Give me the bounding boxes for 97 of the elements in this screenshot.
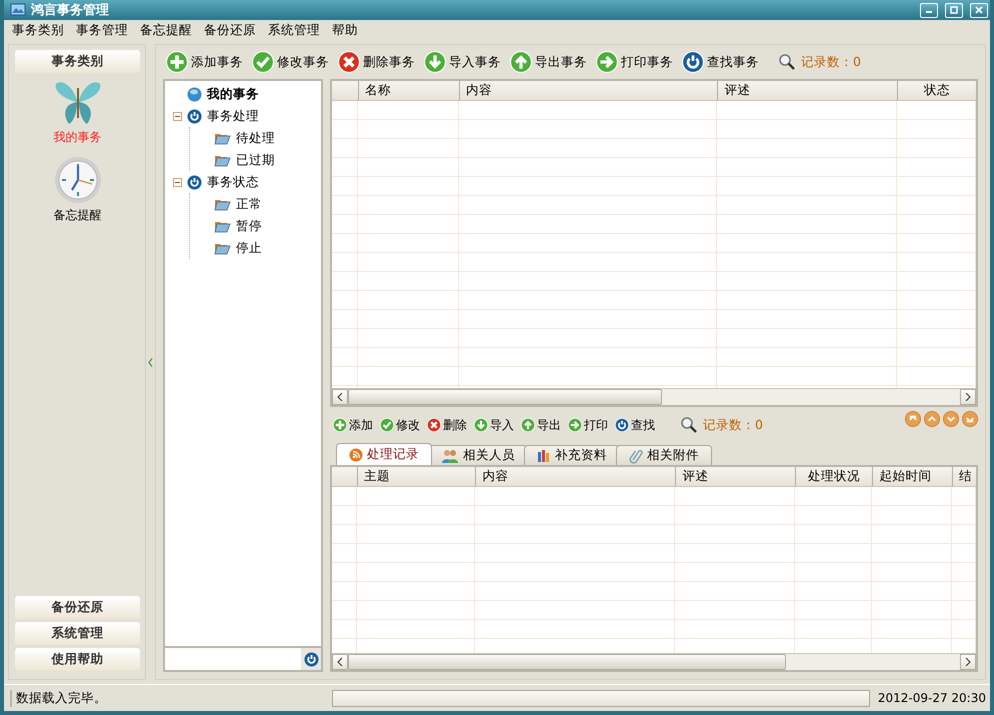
first-icon[interactable] — [905, 411, 921, 427]
sidebar-header[interactable]: 事务类别 — [15, 50, 140, 73]
column-header[interactable]: 主题 — [356, 467, 476, 486]
refresh-button[interactable] — [301, 648, 321, 670]
scroll-right-button[interactable] — [960, 389, 976, 405]
scrollbar-thumb[interactable] — [348, 389, 662, 405]
books-icon — [537, 448, 551, 462]
search-icon — [778, 53, 796, 71]
column-header[interactable]: 名称 — [358, 81, 459, 100]
delete-icon — [427, 418, 441, 432]
sidebar-button[interactable]: 使用帮助 — [15, 648, 140, 671]
column-header[interactable]: 评述 — [717, 81, 898, 100]
up-icon[interactable] — [924, 411, 940, 427]
app-icon — [10, 3, 26, 17]
folder-icon — [214, 153, 231, 167]
close-icon — [975, 6, 983, 14]
maximize-button[interactable] — [945, 2, 963, 18]
scroll-right-button[interactable] — [960, 654, 976, 670]
checkmark-icon — [380, 418, 394, 432]
minimize-button[interactable] — [920, 2, 938, 18]
menu-item[interactable]: 备忘提醒 — [134, 22, 198, 38]
column-header[interactable]: 起始时间 — [872, 467, 952, 486]
menu-item[interactable]: 帮助 — [326, 22, 364, 38]
tab[interactable]: 处理记录 — [336, 443, 432, 465]
scrollbar-thumb[interactable] — [348, 654, 786, 670]
menu-item[interactable]: 备份还原 — [198, 22, 262, 38]
tree-item[interactable]: 停止 — [236, 240, 262, 256]
toolbar-button[interactable]: 添加事务 — [166, 51, 247, 73]
record-count: 记录数：0 — [801, 54, 861, 70]
sidebar-button[interactable]: 备份还原 — [15, 596, 140, 619]
folder-icon — [214, 131, 231, 145]
toolbar-button[interactable]: 导出 — [521, 416, 565, 434]
toolbar-button[interactable]: 添加 — [333, 416, 377, 434]
close-button[interactable] — [970, 2, 988, 18]
minus-icon — [175, 114, 180, 118]
butterfly-icon — [52, 80, 102, 126]
minus-icon — [175, 180, 180, 184]
plus-icon — [166, 51, 188, 73]
column-header[interactable]: 内容 — [458, 81, 718, 100]
feed-icon — [349, 448, 363, 462]
down-icon[interactable] — [943, 411, 959, 427]
collapse-icon[interactable] — [148, 358, 153, 366]
folder-icon — [214, 219, 231, 233]
toolbar-button[interactable]: 导入 — [474, 416, 518, 434]
toolbar-button[interactable]: 导入事务 — [424, 51, 505, 73]
tree-item[interactable]: 待处理 — [236, 130, 275, 146]
people-icon — [441, 448, 459, 462]
status-datetime: 2012-09-27 20:30 — [878, 691, 986, 705]
tree-item[interactable]: 事务状态 — [207, 174, 259, 190]
tree-item[interactable]: 我的事务 — [207, 86, 259, 102]
down-arrow-icon — [474, 418, 488, 432]
tree-item[interactable]: 暂停 — [236, 218, 262, 234]
tree-item[interactable]: 事务处理 — [207, 108, 259, 124]
checkmark-icon — [252, 51, 274, 73]
last-icon[interactable] — [962, 411, 978, 427]
toolbar-button[interactable]: 删除事务 — [338, 51, 419, 73]
category-item[interactable]: 备忘提醒 — [54, 207, 102, 224]
toolbar-button[interactable]: 打印事务 — [596, 51, 677, 73]
folder-icon — [214, 197, 231, 211]
sidebar-button[interactable]: 系统管理 — [15, 622, 140, 645]
record-count: 记录数：0 — [703, 416, 763, 434]
window-title: 鸿言事务管理 — [31, 2, 110, 19]
tree-item[interactable]: 已过期 — [236, 152, 275, 168]
maximize-icon — [950, 6, 958, 14]
toolbar-button[interactable]: 修改事务 — [252, 51, 333, 73]
search-field[interactable] — [163, 646, 323, 672]
toolbar-button[interactable]: 删除 — [427, 416, 471, 434]
column-header[interactable]: 评述 — [675, 467, 795, 486]
right-arrow-icon — [568, 418, 582, 432]
scroll-left-button[interactable] — [332, 389, 348, 405]
toolbar-button[interactable]: 查找 — [615, 416, 659, 434]
menu-item[interactable]: 事务管理 — [70, 22, 134, 38]
toolbar-button[interactable]: 查找事务 — [682, 51, 763, 73]
search-icon — [680, 416, 698, 434]
menu-item[interactable]: 系统管理 — [262, 22, 326, 38]
collapse-toggle[interactable] — [173, 178, 182, 186]
plus-icon — [333, 418, 347, 432]
tree-item[interactable]: 正常 — [236, 196, 262, 212]
column-header[interactable]: 状态 — [897, 81, 976, 100]
tab[interactable]: 相关附件 — [616, 445, 712, 465]
toolbar-button[interactable]: 打印 — [568, 416, 612, 434]
paperclip-icon — [629, 448, 643, 464]
status-message: 数据载入完毕。 — [10, 690, 324, 706]
collapse-toggle[interactable] — [173, 112, 182, 120]
scroll-left-button[interactable] — [332, 654, 348, 670]
toolbar-button[interactable]: 修改 — [380, 416, 424, 434]
up-arrow-icon — [521, 418, 535, 432]
clock-icon — [54, 156, 102, 204]
column-header[interactable]: 结 — [952, 467, 976, 486]
globe-icon — [187, 86, 202, 102]
menu-item[interactable]: 事务类别 — [6, 22, 70, 38]
tab[interactable]: 补充资料 — [524, 445, 620, 465]
folder-icon — [214, 241, 231, 255]
column-header[interactable]: 处理状况 — [794, 467, 872, 486]
column-header[interactable]: 内容 — [475, 467, 676, 486]
delete-icon — [338, 51, 360, 73]
toolbar-button[interactable]: 导出事务 — [510, 51, 591, 73]
